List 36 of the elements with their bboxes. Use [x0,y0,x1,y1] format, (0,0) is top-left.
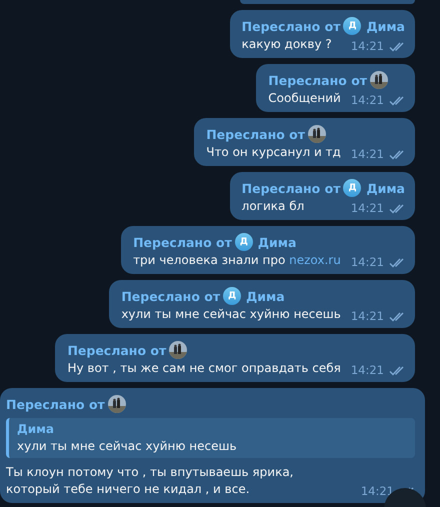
sender-name[interactable]: Дима [366,18,405,34]
message-time: 14:21 [360,483,394,500]
message-time: 14:21 [350,254,384,271]
quote-text: хули ты мне сейчас хуйню несешь [17,438,238,455]
sender-name[interactable]: Дима [246,288,285,304]
message-text: Ну вот , ты же сам не смог оправдать себя [67,360,341,377]
avatar: Д [223,287,242,305]
message-time: 14:21 [350,200,384,217]
forward-label: Переслано от [67,342,166,358]
forward-label: Переслано от [268,72,368,88]
forward-label: Переслано от [242,180,340,196]
message-time: 14:21 [350,38,384,55]
link[interactable]: nezox.ru [289,253,341,267]
forward-label: Переслано от [121,288,220,304]
message-time: 14:21 [350,308,384,325]
forward-label: Переслано от [133,234,232,250]
sender-name[interactable]: Дима [258,234,296,250]
avatar: Д [234,233,253,251]
avatar: Д [343,17,362,35]
forward-label: Переслано от [206,126,305,142]
message-time: 14:21 [350,362,384,379]
message-text: хули ты мне сейчас хуйню несешь [121,306,341,323]
forward-label: Переслано от [6,396,105,412]
message-text: логика бл [242,198,306,215]
message-text: Что он курсанул и тд [206,144,341,161]
avatar: Д [343,179,362,197]
message-time: 14:21 [350,92,384,109]
message-time: 14:21 [350,146,384,163]
message-text: Ты клоун потому что , ты впутываешь ярика, который тебе ничего не кидал , и все. [6,464,294,498]
message-text: Сообщений [268,90,341,107]
sender-name[interactable]: Дима [366,180,405,196]
quote-author: Дима [17,421,56,438]
quoted-message[interactable]: Дима хули ты мне сейчас хуйню несешь [6,418,415,458]
message-text: три человека знали про nezox.ru [133,252,341,269]
message-text: какую докву ? [242,36,333,53]
forward-label: Переслано от [242,18,340,34]
